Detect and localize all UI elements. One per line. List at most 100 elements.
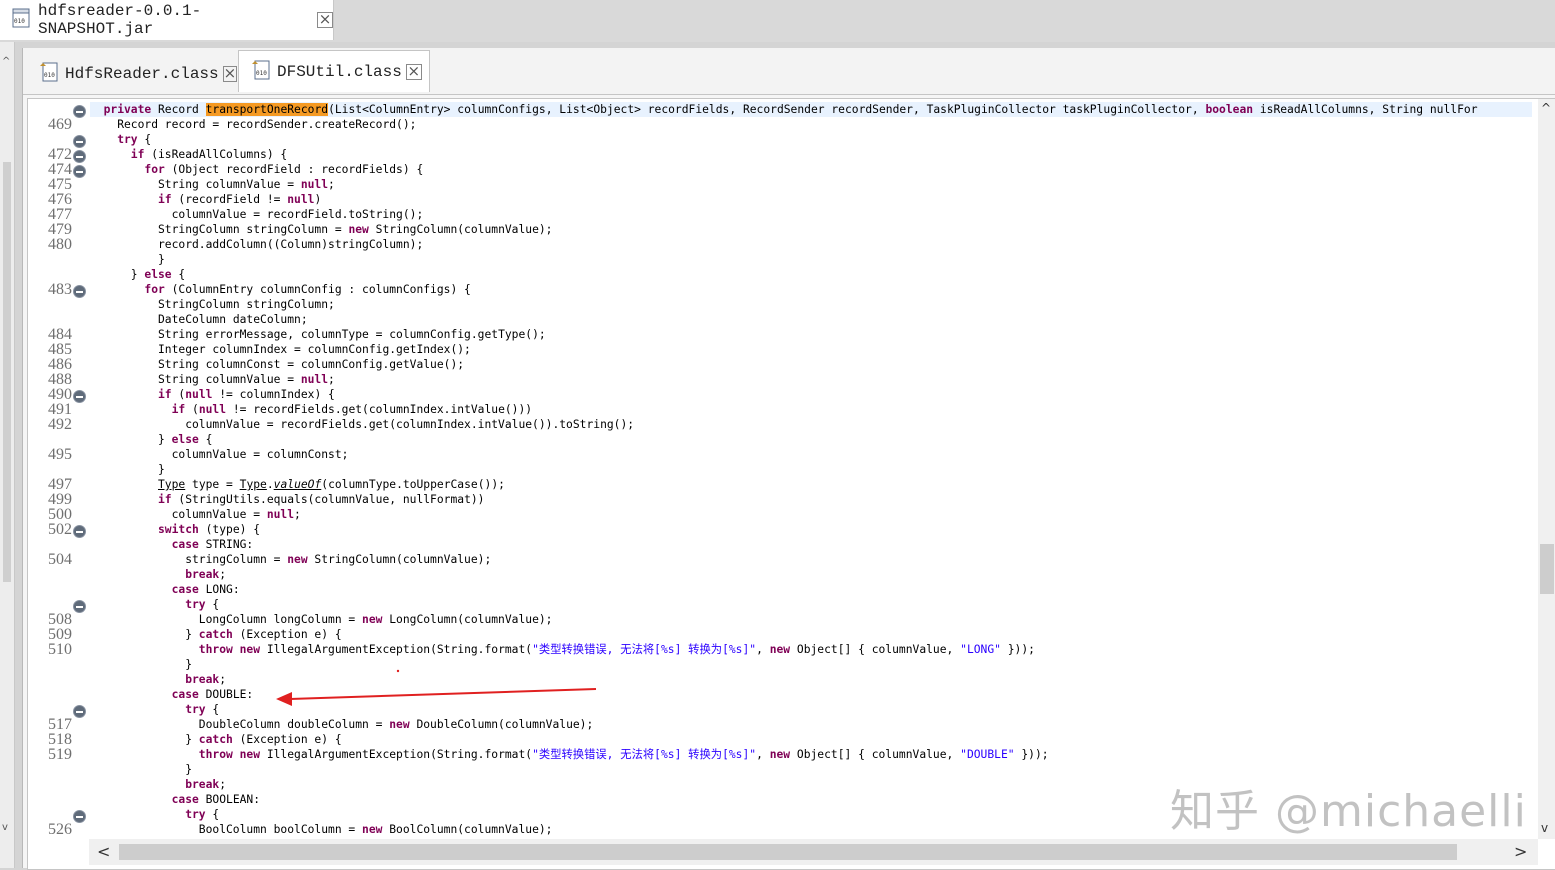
- code-line[interactable]: Type type = Type.valueOf(columnType.toUp…: [90, 477, 505, 492]
- scroll-up-icon[interactable]: ^: [1541, 101, 1551, 115]
- code-line[interactable]: String columnConst = columnConfig.getVal…: [90, 357, 464, 372]
- code-line[interactable]: if (null != recordFields.get(columnIndex…: [90, 402, 533, 417]
- code-line[interactable]: StringColumn stringColumn = new StringCo…: [90, 222, 552, 237]
- code-line[interactable]: if (StringUtils.equals(columnValue, null…: [90, 492, 484, 507]
- code-line[interactable]: switch (type) {: [90, 522, 260, 537]
- chevron-down-icon[interactable]: v: [2, 822, 8, 833]
- code-line[interactable]: columnValue = recordFields.get(columnInd…: [90, 417, 634, 432]
- svg-text:010: 010: [44, 72, 55, 79]
- code-line[interactable]: throw new IllegalArgumentException(Strin…: [90, 642, 1035, 657]
- fold-collapse-icon[interactable]: [73, 105, 86, 118]
- fold-collapse-icon[interactable]: [73, 285, 86, 298]
- code-line[interactable]: }: [90, 762, 192, 777]
- line-number: 469: [48, 116, 72, 133]
- svg-text:010: 010: [256, 70, 267, 77]
- code-line[interactable]: }: [90, 657, 192, 672]
- scroll-down-icon[interactable]: v: [1541, 821, 1548, 835]
- left-scrollbar[interactable]: [3, 162, 11, 582]
- scroll-thumb[interactable]: [1540, 544, 1554, 594]
- code-line[interactable]: Record record = recordSender.createRecor…: [90, 117, 416, 132]
- code-line[interactable]: try {: [90, 597, 219, 612]
- tab-label: hdfsreader-0.0.1-SNAPSHOT.jar: [38, 2, 202, 38]
- line-number: 504: [48, 551, 72, 568]
- code-line[interactable]: record.addColumn((Column)stringColumn);: [90, 237, 423, 252]
- code-line[interactable]: LongColumn longColumn = new LongColumn(c…: [90, 612, 553, 627]
- tab-label: DFSUtil.class: [277, 62, 402, 81]
- line-number: 519: [48, 746, 72, 763]
- close-icon[interactable]: ×: [222, 66, 238, 82]
- line-number: 526: [48, 821, 72, 838]
- class-file-icon: 010: [39, 62, 61, 86]
- class-file-icon: 010: [251, 60, 273, 84]
- code-line[interactable]: }: [90, 252, 165, 267]
- jar-file-icon: 010: [12, 8, 30, 32]
- line-number: 492: [48, 416, 72, 433]
- code-line[interactable]: try {: [90, 807, 219, 822]
- code-line[interactable]: case BOOLEAN:: [90, 792, 260, 807]
- code-line[interactable]: case STRING:: [90, 537, 254, 552]
- editor-tab-strip: 010 HdfsReader.class × 010 DFSUtil.class…: [23, 48, 1555, 95]
- line-number: 502: [48, 521, 72, 538]
- code-line[interactable]: break;: [90, 777, 226, 792]
- code-line[interactable]: String errorMessage, columnType = column…: [90, 327, 546, 342]
- code-line[interactable]: } catch (Exception e) {: [90, 732, 341, 747]
- editor-area: 010 HdfsReader.class × 010 DFSUtil.class…: [22, 48, 1555, 870]
- vertical-scrollbar[interactable]: ^ v: [1538, 99, 1555, 839]
- fold-collapse-icon[interactable]: [73, 525, 86, 538]
- code-line[interactable]: DateColumn dateColumn;: [90, 312, 308, 327]
- code-line[interactable]: }: [90, 462, 165, 477]
- fold-collapse-icon[interactable]: [73, 150, 86, 163]
- code-line[interactable]: if (isReadAllColumns) {: [90, 147, 287, 162]
- line-number: 480: [48, 236, 72, 253]
- code-line[interactable]: stringColumn = new StringColumn(columnVa…: [90, 552, 491, 567]
- code-line[interactable]: DoubleColumn doubleColumn = new DoubleCo…: [90, 717, 593, 732]
- outer-tab-bar: 010 hdfsreader-0.0.1-SNAPSHOT.jar ×: [0, 0, 1555, 42]
- tab-jar-file[interactable]: 010 hdfsreader-0.0.1-SNAPSHOT.jar ×: [0, 0, 334, 40]
- code-line[interactable]: for (ColumnEntry columnConfig : columnCo…: [90, 282, 470, 297]
- code-text-area[interactable]: private Record transportOneRecord(List<C…: [90, 99, 1532, 839]
- code-line[interactable]: } else {: [90, 432, 212, 447]
- code-line[interactable]: columnValue = null;: [90, 507, 301, 522]
- code-line[interactable]: String columnValue = null;: [90, 372, 335, 387]
- code-line[interactable]: try {: [90, 702, 219, 717]
- fold-collapse-icon[interactable]: [73, 135, 86, 148]
- fold-collapse-icon[interactable]: [73, 705, 86, 718]
- code-line[interactable]: for (Object recordField : recordFields) …: [90, 162, 423, 177]
- code-line[interactable]: throw new IllegalArgumentException(Strin…: [90, 747, 1049, 762]
- code-line[interactable]: if (null != columnIndex) {: [90, 387, 335, 402]
- code-line[interactable]: if (recordField != null): [90, 192, 321, 207]
- code-line[interactable]: String columnValue = null;: [90, 177, 335, 192]
- code-line[interactable]: columnValue = columnConst;: [90, 447, 349, 462]
- fold-collapse-icon[interactable]: [73, 390, 86, 403]
- code-line[interactable]: Integer columnIndex = columnConfig.getIn…: [90, 342, 471, 357]
- code-editor[interactable]: 469 472 474 475 476 477 479 480 483 484 …: [27, 98, 1555, 870]
- chevron-up-icon[interactable]: ^: [2, 56, 10, 67]
- tab-dfsutil-class[interactable]: 010 DFSUtil.class ×: [238, 50, 430, 92]
- line-number: 483: [48, 281, 72, 298]
- code-line[interactable]: columnValue = recordField.toString();: [90, 207, 424, 222]
- scroll-thumb[interactable]: [119, 844, 1457, 860]
- code-line[interactable]: case DOUBLE:: [90, 687, 254, 702]
- svg-text:010: 010: [14, 18, 25, 25]
- code-line[interactable]: StringColumn stringColumn;: [90, 297, 335, 312]
- code-line[interactable]: case LONG:: [90, 582, 240, 597]
- scroll-left-icon[interactable]: <: [97, 842, 110, 861]
- close-icon[interactable]: ×: [405, 63, 422, 80]
- code-line[interactable]: break;: [90, 672, 226, 687]
- code-line[interactable]: private Record transportOneRecord(List<C…: [90, 102, 1532, 117]
- left-side-strip: ^ v: [0, 42, 15, 868]
- tab-hdfsreader-class[interactable]: 010 HdfsReader.class ×: [27, 54, 238, 94]
- tab-label: HdfsReader.class: [65, 65, 219, 83]
- fold-gutter: 469 472 474 475 476 477 479 480 483 484 …: [28, 99, 90, 839]
- code-line[interactable]: BoolColumn boolColumn = new BoolColumn(c…: [90, 822, 553, 837]
- scroll-right-icon[interactable]: >: [1514, 842, 1527, 861]
- code-line[interactable]: } catch (Exception e) {: [90, 627, 341, 642]
- code-line[interactable]: break;: [90, 567, 226, 582]
- close-icon[interactable]: ×: [317, 12, 333, 28]
- code-line[interactable]: try {: [90, 132, 151, 147]
- fold-collapse-icon[interactable]: [73, 810, 86, 823]
- fold-collapse-icon[interactable]: [73, 600, 86, 613]
- code-line[interactable]: } else {: [90, 267, 185, 282]
- fold-collapse-icon[interactable]: [73, 165, 86, 178]
- horizontal-scrollbar[interactable]: < >: [89, 839, 1538, 865]
